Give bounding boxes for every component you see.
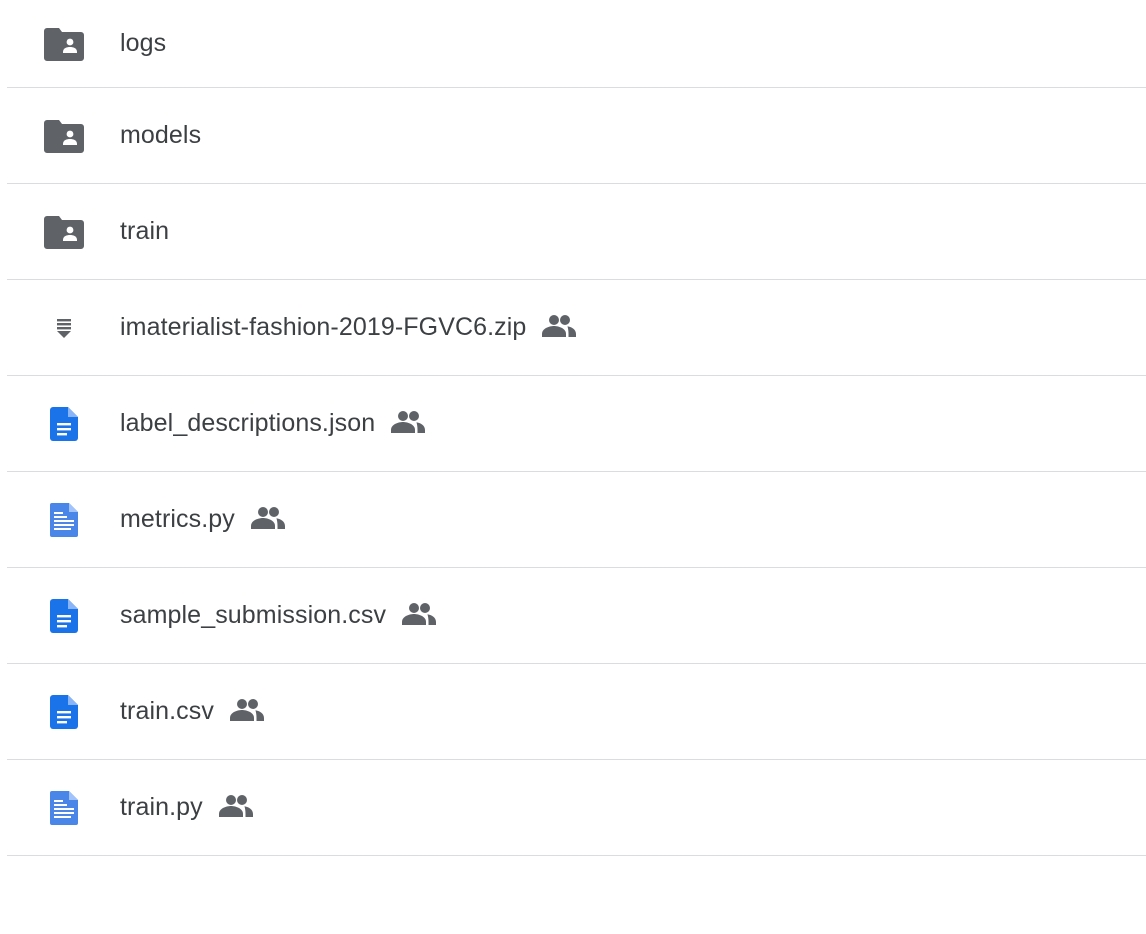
file-row[interactable]: logs — [7, 0, 1146, 88]
file-row[interactable]: metrics.py — [7, 472, 1146, 568]
text-file-icon — [44, 500, 84, 540]
file-row[interactable]: imaterialist-fashion-2019-FGVC6.zip — [7, 280, 1146, 376]
file-name: label_descriptions.json — [120, 409, 426, 438]
file-name-text: train — [120, 217, 170, 245]
file-row[interactable]: train.py — [7, 760, 1146, 856]
shared-icon — [542, 314, 577, 338]
document-icon — [44, 692, 84, 732]
shared-icon — [402, 602, 437, 626]
file-row[interactable]: label_descriptions.json — [7, 376, 1146, 472]
shared-folder-icon — [44, 212, 84, 252]
file-row[interactable]: sample_submission.csv — [7, 568, 1146, 664]
file-name-text: logs — [120, 29, 167, 57]
file-name: models — [120, 121, 201, 150]
file-row[interactable]: train — [7, 184, 1146, 280]
shared-icon — [218, 794, 253, 818]
file-name: train.csv — [120, 697, 264, 726]
file-name: imaterialist-fashion-2019-FGVC6.zip — [120, 313, 577, 342]
file-name: metrics.py — [120, 505, 285, 534]
file-row[interactable]: train.csv — [7, 664, 1146, 760]
shared-folder-icon — [44, 24, 84, 64]
shared-icon — [229, 698, 264, 722]
shared-folder-icon — [44, 116, 84, 156]
file-name: train.py — [120, 793, 253, 822]
file-name-text: models — [120, 121, 202, 149]
document-icon — [44, 404, 84, 444]
file-list: logs models train imaterialist-fashion-2019… — [0, 0, 1146, 856]
file-name: train — [120, 217, 169, 246]
file-name: logs — [120, 29, 166, 58]
shared-icon — [250, 506, 285, 530]
text-file-icon — [44, 788, 84, 828]
file-name: sample_submission.csv — [120, 601, 437, 630]
file-name-text: label_descriptions.json — [120, 409, 376, 437]
file-name-text: train.csv — [120, 697, 214, 725]
file-name-text: imaterialist-fashion-2019-FGVC6.zip — [120, 313, 527, 341]
file-name-text: metrics.py — [120, 505, 235, 533]
file-name-text: train.py — [120, 793, 203, 821]
file-row[interactable]: models — [7, 88, 1146, 184]
document-icon — [44, 596, 84, 636]
zip-file-icon — [44, 308, 84, 348]
file-name-text: sample_submission.csv — [120, 601, 387, 629]
shared-icon — [391, 410, 426, 434]
